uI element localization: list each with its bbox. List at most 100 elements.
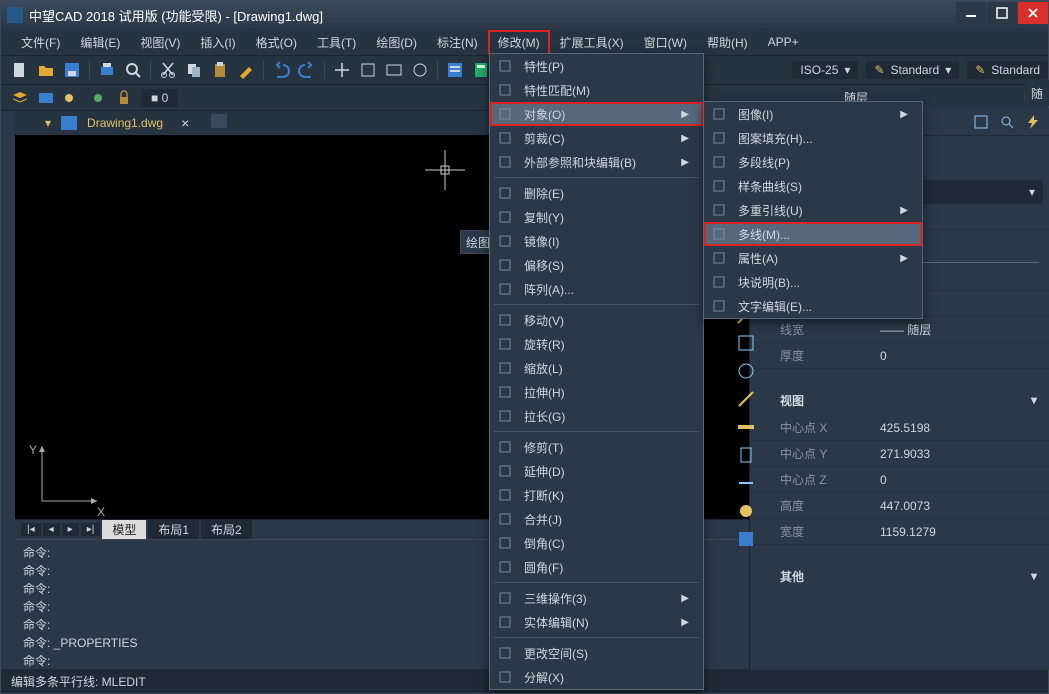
menu-item[interactable]: 文字编辑(E)...	[704, 294, 922, 318]
preview-icon[interactable]	[124, 61, 142, 79]
menu-dim[interactable]: 标注(N)	[427, 30, 488, 55]
undo-icon[interactable]	[272, 61, 290, 79]
menu-window[interactable]: 窗口(W)	[634, 30, 697, 55]
panel-bolt-icon[interactable]	[1025, 114, 1041, 130]
layeriso-icon[interactable]	[63, 89, 81, 107]
menu-item[interactable]: 特性(P)	[490, 54, 703, 78]
menu-item[interactable]: 偏移(S)	[490, 253, 703, 277]
save-icon[interactable]	[63, 61, 81, 79]
menu-item[interactable]: 多段线(P)	[704, 150, 922, 174]
tool-icon[interactable]	[736, 417, 756, 437]
zoom-icon[interactable]	[359, 61, 377, 79]
menu-item[interactable]: 倒角(C)	[490, 531, 703, 555]
menu-tools[interactable]: 工具(T)	[307, 30, 366, 55]
prop-thick-row[interactable]: 厚度0	[750, 343, 1049, 369]
print-icon[interactable]	[98, 61, 116, 79]
menu-draw[interactable]: 绘图(D)	[366, 30, 427, 55]
menu-item[interactable]: 复制(Y)	[490, 205, 703, 229]
panel-search-icon[interactable]	[999, 114, 1015, 130]
menu-item[interactable]: 延伸(D)	[490, 459, 703, 483]
prop-lw-row[interactable]: 线宽—— 随层	[750, 317, 1049, 343]
new-tab-icon[interactable]	[211, 114, 229, 132]
menu-item[interactable]: 多重引线(U)▶	[704, 198, 922, 222]
menu-view[interactable]: 视图(V)	[130, 30, 190, 55]
zoomwin-icon[interactable]	[385, 61, 403, 79]
menu-item[interactable]: 合并(J)	[490, 507, 703, 531]
tab-nav-last[interactable]: ▸|	[81, 523, 101, 536]
cut-icon[interactable]	[159, 61, 177, 79]
textstyle-combo[interactable]: ✎Standard▾	[866, 61, 959, 79]
menu-item[interactable]: 三维操作(3)▶	[490, 586, 703, 610]
matchprop-icon[interactable]	[237, 61, 255, 79]
zoomprev-icon[interactable]	[411, 61, 429, 79]
props-icon[interactable]	[446, 61, 464, 79]
menu-item[interactable]: 特性匹配(M)	[490, 78, 703, 102]
tool-icon[interactable]	[736, 361, 756, 381]
menu-item[interactable]: 拉伸(H)	[490, 380, 703, 404]
prop-view-section[interactable]: 视图▾	[750, 385, 1049, 415]
menu-item[interactable]: 对象(O)▶	[490, 102, 703, 126]
menu-insert[interactable]: 插入(I)	[190, 30, 245, 55]
new-icon[interactable]	[11, 61, 29, 79]
menu-item[interactable]: 拉长(G)	[490, 404, 703, 428]
menu-item[interactable]: 缩放(L)	[490, 356, 703, 380]
close-tab-icon[interactable]: ×	[181, 115, 189, 131]
right-edge-tag[interactable]: 随	[1025, 80, 1049, 106]
menu-item[interactable]: 剪裁(C)▶	[490, 126, 703, 150]
menu-item[interactable]: 打断(K)	[490, 483, 703, 507]
menu-item[interactable]: 阵列(A)...	[490, 277, 703, 301]
tab-layout2[interactable]: 布局2	[201, 520, 252, 539]
tab-model[interactable]: 模型	[102, 520, 146, 539]
menu-item[interactable]: 圆角(F)	[490, 555, 703, 579]
menu-item[interactable]: 外部参照和块编辑(B)▶	[490, 150, 703, 174]
menu-item[interactable]: 实体编辑(N)▶	[490, 610, 703, 634]
menu-item[interactable]: 属性(A)▶	[704, 246, 922, 270]
menu-item[interactable]: 删除(E)	[490, 181, 703, 205]
prop-misc-section[interactable]: 其他▾	[750, 561, 1049, 591]
tool-icon[interactable]	[736, 529, 756, 549]
dimstyle-combo[interactable]: ISO-25▾	[792, 61, 858, 79]
menu-item[interactable]: 分解(X)	[490, 665, 703, 689]
tool-icon[interactable]	[736, 501, 756, 521]
tool-icon[interactable]	[736, 333, 756, 353]
open-icon[interactable]	[37, 61, 55, 79]
layer-current[interactable]: ■ 0	[141, 89, 178, 107]
tablestyle-combo[interactable]: ✎Standard	[967, 61, 1048, 79]
tool-icon[interactable]	[736, 445, 756, 465]
close-button[interactable]	[1018, 2, 1048, 24]
menu-help[interactable]: 帮助(H)	[697, 30, 758, 55]
menu-item[interactable]: 样条曲线(S)	[704, 174, 922, 198]
panel-pin-icon[interactable]	[973, 114, 989, 130]
tab-nav-next[interactable]: ▸	[62, 523, 79, 536]
tab-nav-first[interactable]: |◂	[21, 523, 41, 536]
menu-item[interactable]: 旋转(R)	[490, 332, 703, 356]
paste-icon[interactable]	[211, 61, 229, 79]
tab-nav-prev[interactable]: ◂	[43, 523, 60, 536]
menu-item[interactable]: 块说明(B)...	[704, 270, 922, 294]
tool-icon[interactable]	[736, 473, 756, 493]
pan-icon[interactable]	[333, 61, 351, 79]
layer-icon[interactable]	[11, 89, 29, 107]
menu-file[interactable]: 文件(F)	[11, 30, 70, 55]
menu-format[interactable]: 格式(O)	[246, 30, 307, 55]
document-tab[interactable]: Drawing1.dwg	[87, 116, 163, 130]
minimize-button[interactable]	[956, 2, 986, 24]
menu-item[interactable]: 镜像(I)	[490, 229, 703, 253]
menu-edit[interactable]: 编辑(E)	[70, 30, 130, 55]
menu-item[interactable]: 修剪(T)	[490, 435, 703, 459]
layerstate-icon[interactable]	[37, 89, 55, 107]
copy-icon[interactable]	[185, 61, 203, 79]
menu-item[interactable]: 更改空间(S)	[490, 641, 703, 665]
menu-item[interactable]: 图案填充(H)...	[704, 126, 922, 150]
maximize-button[interactable]	[987, 2, 1017, 24]
menu-modify[interactable]: 修改(M)	[488, 30, 550, 55]
layeroff-icon[interactable]	[89, 89, 107, 107]
menu-item[interactable]: 移动(V)	[490, 308, 703, 332]
tool-icon[interactable]	[736, 389, 756, 409]
calc-icon[interactable]	[472, 61, 490, 79]
menu-ext[interactable]: 扩展工具(X)	[550, 30, 634, 55]
layerlock-icon[interactable]	[115, 89, 133, 107]
tab-layout1[interactable]: 布局1	[148, 520, 199, 539]
menu-item[interactable]: 多线(M)...	[704, 222, 922, 246]
menu-item[interactable]: 图像(I)▶	[704, 102, 922, 126]
